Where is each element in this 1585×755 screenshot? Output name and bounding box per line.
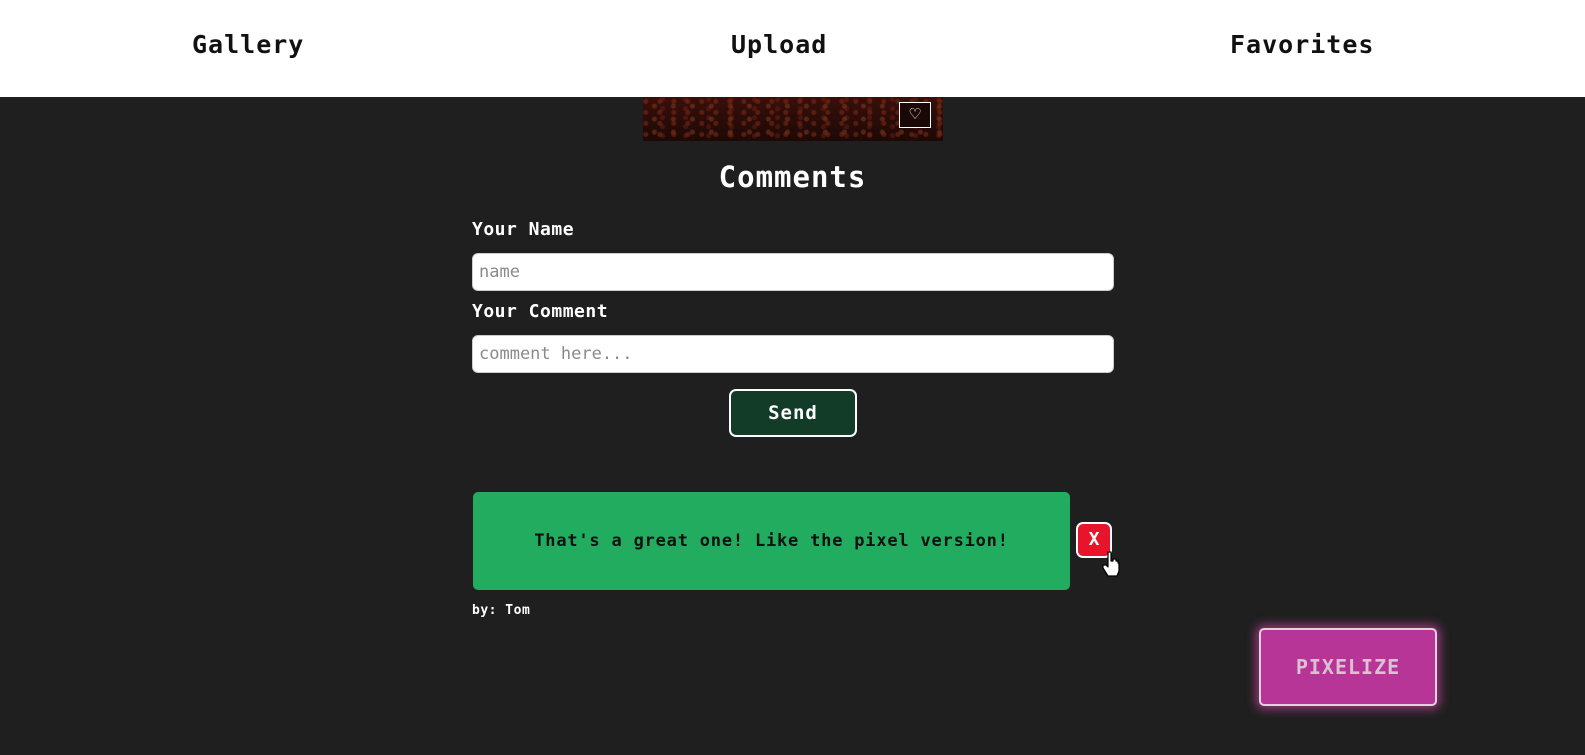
artwork-image: ♡ bbox=[643, 97, 943, 141]
comment-text: That's a great one! Like the pixel versi… bbox=[534, 531, 1009, 551]
comment-label: Your Comment bbox=[472, 301, 609, 322]
name-label: Your Name bbox=[472, 219, 575, 240]
hand-pointer-cursor-icon bbox=[1102, 551, 1120, 577]
top-nav: Gallery Upload Favorites bbox=[0, 0, 1585, 97]
comment-card: That's a great one! Like the pixel versi… bbox=[473, 492, 1070, 590]
name-input[interactable] bbox=[472, 253, 1114, 291]
pixelize-button[interactable]: PIXELIZE bbox=[1259, 628, 1437, 706]
heart-outline-icon[interactable]: ♡ bbox=[899, 102, 931, 128]
comment-input[interactable] bbox=[472, 335, 1114, 373]
nav-link-favorites[interactable]: Favorites bbox=[1230, 30, 1374, 59]
comments-heading: Comments bbox=[718, 160, 867, 194]
comment-author: by: Tom bbox=[472, 603, 531, 618]
send-button[interactable]: Send bbox=[729, 389, 857, 437]
nav-link-gallery[interactable]: Gallery bbox=[192, 30, 304, 59]
nav-link-upload[interactable]: Upload bbox=[731, 30, 827, 59]
